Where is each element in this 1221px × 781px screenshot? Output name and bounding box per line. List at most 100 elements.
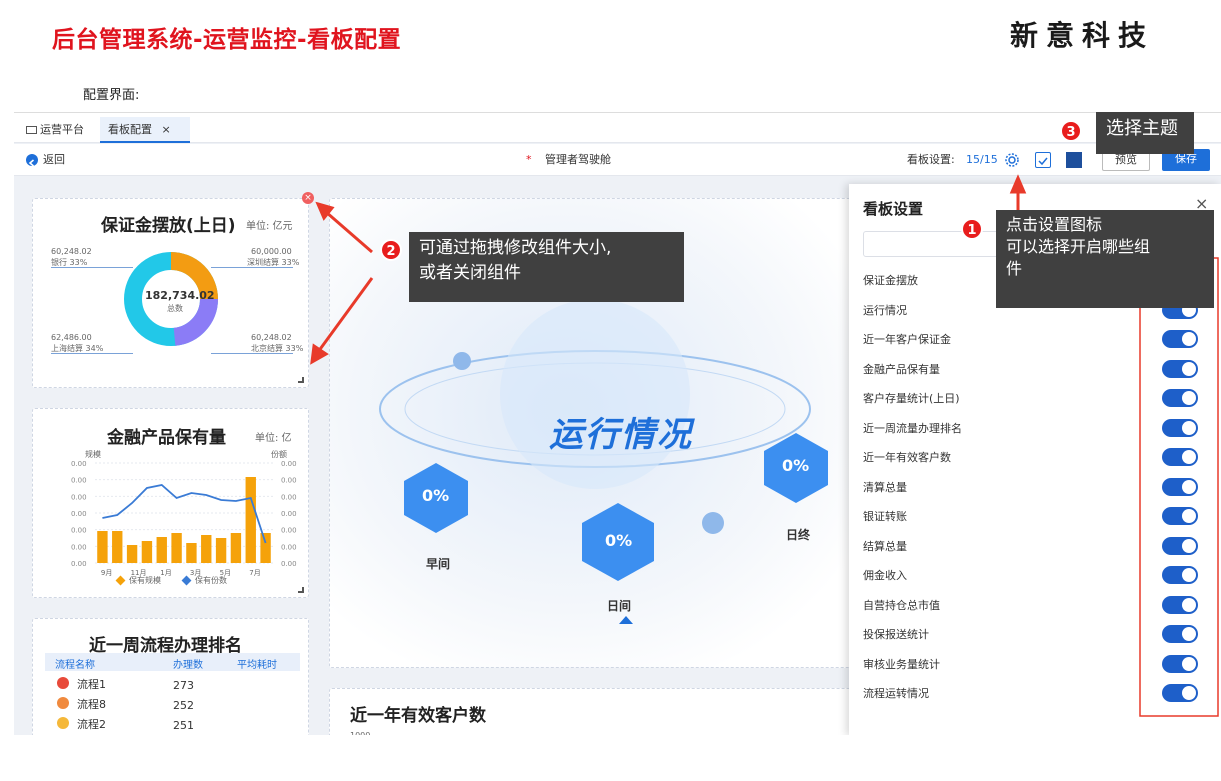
setting-toggle-switch[interactable] xyxy=(1162,359,1198,378)
settings-gear-icon[interactable] xyxy=(1004,152,1020,172)
table-header-cell: 流程名称 xyxy=(55,660,95,671)
resize-handle-icon[interactable] xyxy=(298,377,304,383)
toggle-knob xyxy=(1182,686,1196,700)
widget-deposit[interactable]: 保证金摆放(上日) 单位: 亿元 182,734.02 总数 60,248.02… xyxy=(32,198,309,388)
donut-center-value: 182,734.02 xyxy=(145,289,215,302)
bar-mark xyxy=(156,537,167,563)
widget-unit: 单位: 亿元 xyxy=(246,221,293,232)
setting-label: 近一周流量办理排名 xyxy=(863,421,962,435)
toggle-knob xyxy=(1182,420,1196,435)
setting-row: 审核业务量统计 xyxy=(863,650,1203,680)
callout-text: 可以选择开启哪些组 xyxy=(1006,237,1151,256)
setting-label: 佣金收入 xyxy=(863,569,907,582)
setting-toggle-switch[interactable] xyxy=(1162,389,1198,407)
setting-toggle-switch[interactable] xyxy=(1162,448,1198,466)
bar-mark xyxy=(230,533,242,563)
setting-toggle-switch[interactable] xyxy=(1162,477,1198,496)
deposit-value: 60,248.02 xyxy=(51,247,92,256)
close-widget-icon[interactable]: × xyxy=(302,192,314,204)
tab-close-icon[interactable]: × xyxy=(162,123,171,136)
setting-toggle-switch[interactable] xyxy=(1162,595,1198,614)
setting-label: 自营持仓总市值 xyxy=(863,598,940,612)
setting-label: 保证金摆放 xyxy=(863,274,918,287)
setting-toggle-switch[interactable] xyxy=(1162,654,1198,673)
table-cell: 流程2 xyxy=(77,718,106,731)
setting-toggle-switch[interactable] xyxy=(1162,536,1198,555)
y-tick-label: 0.00 xyxy=(71,527,87,535)
axis-tick-label: 1000 xyxy=(350,731,370,735)
drawer-title: 看板设置 xyxy=(863,200,924,218)
line-series xyxy=(102,484,267,544)
rank-medal-icon xyxy=(57,717,69,729)
bar-mark xyxy=(171,533,182,563)
widget-ranking[interactable]: 近一周流程办理排名 流程名称 办理数 平均耗时 流程1 273 流程8 252 … xyxy=(32,618,309,735)
setting-label: 近一年客户保证金 xyxy=(863,333,951,346)
widget-products[interactable]: 金融产品保有量 单位: 亿 规模 份额 0.00 0.00 0.00 0.00 0.00… xyxy=(32,408,309,598)
hex-value: 0% xyxy=(782,456,810,475)
callout-text: 件 xyxy=(1006,259,1023,278)
slide-title: 后台管理系统-运营监控-看板配置 xyxy=(52,27,402,53)
tab-ops-platform[interactable]: 运营平台 xyxy=(18,117,92,143)
callout-text: 点击设置图标 xyxy=(1006,215,1103,234)
caret-up-icon xyxy=(619,616,633,624)
board-name[interactable]: 管理者驾驶舱 xyxy=(545,144,611,176)
setting-toggle-switch[interactable] xyxy=(1162,566,1198,584)
y-tick-label: 0.00 xyxy=(71,460,87,468)
tab-label: 运营平台 xyxy=(40,123,84,136)
resize-handle-icon[interactable] xyxy=(298,587,304,593)
hex-label: 早间 xyxy=(426,557,451,571)
x-tick-label: 9月 xyxy=(101,569,112,577)
setting-row: 投保报送统计 xyxy=(863,620,1203,650)
hex-value: 0% xyxy=(605,531,633,550)
bar-mark xyxy=(186,543,197,563)
setting-row: 近一年客户保证金 xyxy=(863,325,1203,355)
setting-label: 银证转账 xyxy=(863,510,907,523)
setting-label: 近一年有效客户数 xyxy=(863,451,951,464)
running-title: 运行情况 xyxy=(549,415,693,455)
setting-label: 投保报送统计 xyxy=(863,628,929,641)
back-link[interactable]: 返回 xyxy=(43,144,65,176)
callout-badge: 2 xyxy=(380,239,402,261)
theme-color-swatch[interactable] xyxy=(1066,152,1082,168)
setting-toggle-switch[interactable] xyxy=(1162,507,1198,525)
slide: 后台管理系统-运营监控-看板配置 新意科技 配置界面: 运营平台 看板配置 × … xyxy=(0,0,1221,781)
setting-row: 清算总量 xyxy=(863,473,1203,503)
back-arrow-icon[interactable] xyxy=(26,154,38,167)
bar-mark xyxy=(215,538,227,563)
setting-toggle-switch[interactable] xyxy=(1162,684,1198,702)
toggle-knob xyxy=(1182,479,1196,494)
monitor-icon xyxy=(26,126,37,134)
bar-mark xyxy=(201,535,212,563)
callout-theme: 选择主题 xyxy=(1096,112,1194,154)
widget-title: 金融产品保有量 xyxy=(107,428,226,448)
callout-settings: 点击设置图标 可以选择开启哪些组 件 xyxy=(996,210,1214,308)
setting-row: 自营持仓总市值 xyxy=(863,591,1203,621)
deposit-value: 60,000.00 xyxy=(251,247,292,256)
setting-toggle-switch[interactable] xyxy=(1162,330,1198,348)
legend-label: 保有份数 xyxy=(195,576,227,585)
setting-row: 银证转账 xyxy=(863,502,1203,532)
table-cell: 流程8 xyxy=(77,698,106,711)
table-header-cell: 办理数 xyxy=(173,660,203,671)
bar-mark xyxy=(245,477,256,563)
y-tick-label: 0.00 xyxy=(71,493,87,501)
setting-label: 运行情况 xyxy=(863,303,907,317)
deposit-value: 60,248.02 xyxy=(251,333,292,342)
setting-toggle-switch[interactable] xyxy=(1162,625,1198,643)
toggle-knob xyxy=(1182,538,1196,553)
setting-row: 结算总量 xyxy=(863,532,1203,562)
widget-customers[interactable]: 近一年有效客户数 1000 xyxy=(329,688,859,735)
y-tick-label: 0.00 xyxy=(281,510,297,518)
y-tick-label: 0.00 xyxy=(71,477,87,485)
leader-line xyxy=(51,267,133,268)
toggle-knob xyxy=(1182,391,1196,405)
bar-mark xyxy=(260,533,271,563)
table-cell: 流程1 xyxy=(77,678,106,691)
setting-toggle-switch[interactable] xyxy=(1162,418,1198,437)
setting-label: 客户存量统计(上日) xyxy=(863,392,960,405)
leader-line xyxy=(51,353,133,354)
tab-board-config[interactable]: 看板配置 × xyxy=(100,117,190,143)
x-tick-label: 7月 xyxy=(249,569,260,577)
checkbox-icon[interactable] xyxy=(1035,152,1051,168)
toggle-knob xyxy=(1182,450,1196,464)
